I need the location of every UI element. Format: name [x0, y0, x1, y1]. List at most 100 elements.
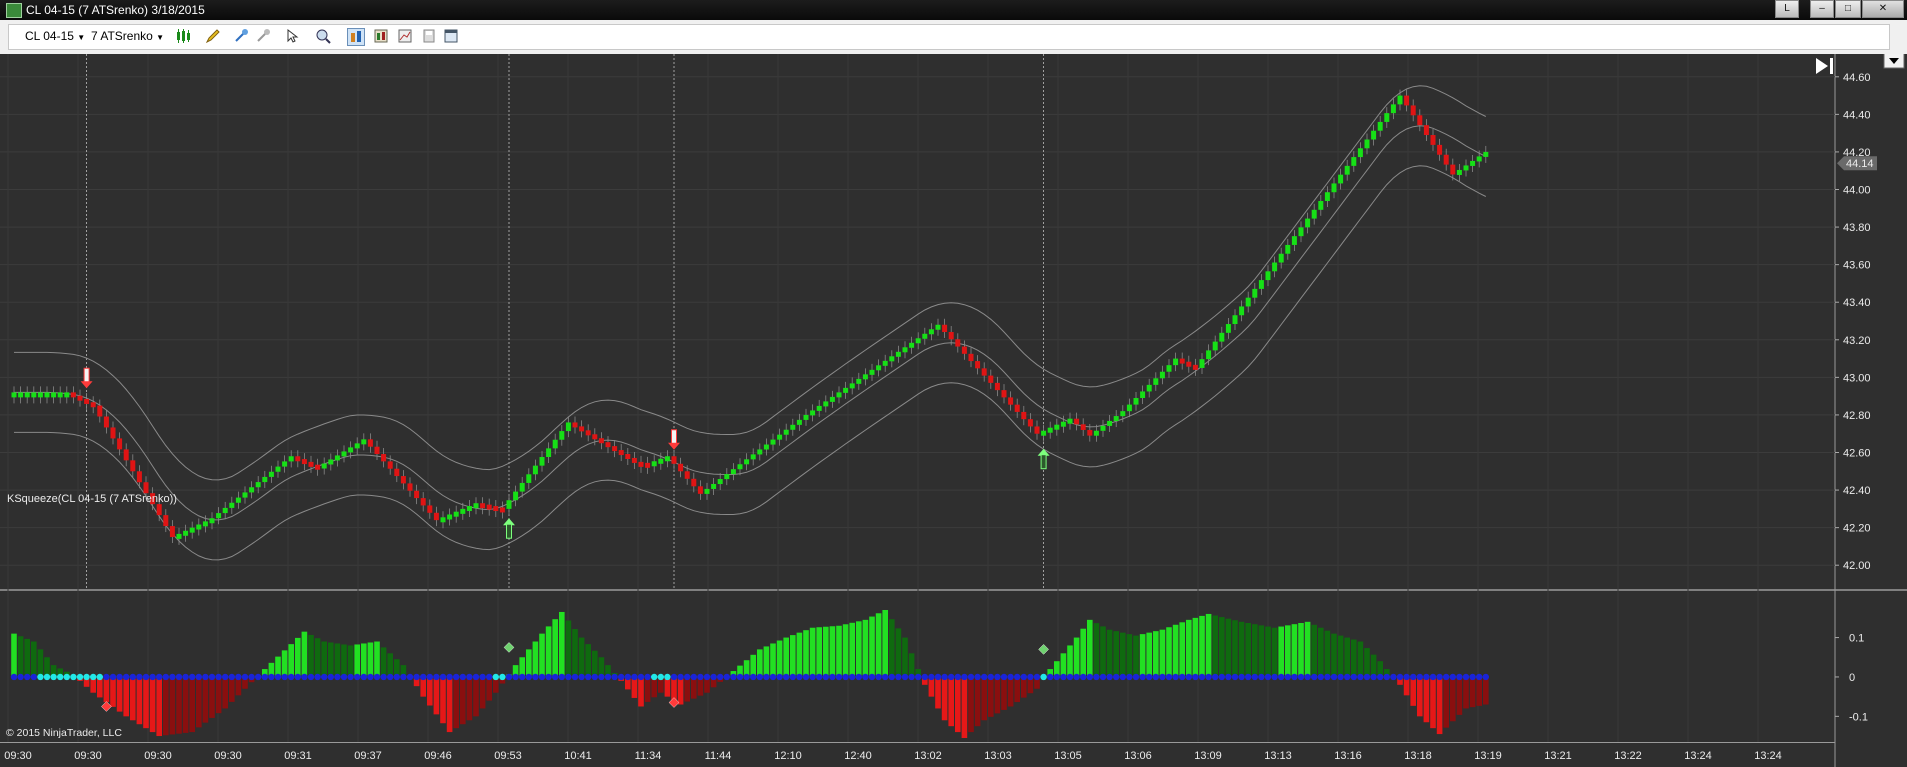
momentum-bar	[559, 611, 565, 677]
squeeze-dot	[723, 673, 730, 681]
squeeze-dot	[545, 673, 552, 681]
squeeze-dot	[618, 673, 625, 681]
renko-bar	[955, 339, 961, 347]
momentum-bar	[783, 637, 789, 677]
renko-bar	[777, 434, 783, 440]
time-tick-label: 09:30	[214, 750, 242, 762]
momentum-bar	[895, 628, 902, 677]
momentum-bar	[1080, 628, 1086, 677]
squeeze-dot	[1324, 673, 1331, 681]
squeeze-dot	[987, 673, 994, 681]
renko-bar	[57, 392, 63, 398]
squeeze-dot	[486, 673, 493, 681]
squeeze-dot	[433, 673, 440, 681]
squeeze-dot	[301, 673, 308, 681]
squeeze-dot	[1456, 673, 1463, 681]
add-indicator-icon[interactable]	[233, 28, 249, 44]
renko-bar	[31, 392, 37, 398]
renko-bar	[1404, 95, 1410, 106]
renko-bar	[671, 456, 677, 464]
renko-bar	[519, 482, 525, 492]
renko-bar	[414, 490, 420, 499]
link-button[interactable]: L	[1775, 0, 1799, 18]
chart-area[interactable]: 44.60 44.40 44.20 44.00 43.80 43.60 43.40 43.20…	[0, 54, 1907, 767]
renko-bar	[84, 398, 90, 404]
squeeze-dot	[439, 673, 447, 681]
squeeze-dot	[849, 673, 856, 681]
squeeze-dot	[842, 673, 849, 681]
squeeze-dot	[1416, 673, 1424, 681]
squeeze-dot	[149, 673, 156, 681]
renko-bar	[1291, 236, 1297, 245]
chart-menu-dropdown-icon[interactable]	[1883, 54, 1905, 69]
time-tick-label: 09:46	[424, 750, 452, 762]
renko-bar	[988, 375, 994, 383]
renko-bar	[1212, 341, 1218, 351]
squeeze-dot	[1132, 673, 1140, 681]
momentum-bar	[1060, 653, 1067, 677]
momentum-bar	[691, 676, 697, 699]
momentum-bar	[189, 676, 195, 733]
renko-bar	[486, 504, 492, 510]
renko-bar	[1456, 169, 1462, 175]
squeeze-dot	[578, 673, 585, 681]
momentum-bar	[552, 619, 558, 677]
strategy-icon[interactable]	[255, 28, 271, 44]
squeeze-dot	[360, 673, 367, 681]
instrument-selector[interactable]: CL 04-15 ▼	[25, 29, 85, 43]
renko-bar	[1034, 426, 1040, 434]
squeeze-dot	[314, 673, 321, 681]
minimize-button[interactable]: –	[1810, 0, 1834, 18]
renko-bar	[1278, 253, 1284, 263]
window-icon[interactable]	[443, 28, 459, 44]
renko-bar	[975, 361, 981, 369]
maximize-button[interactable]: □	[1835, 0, 1861, 18]
renko-bar	[235, 497, 241, 503]
squeeze-dot	[1020, 673, 1027, 681]
renko-bar	[770, 439, 776, 445]
squeeze-dot	[241, 673, 249, 681]
renko-bar	[981, 368, 987, 376]
period-selector[interactable]: 7 ATSrenko ▼	[91, 29, 164, 43]
properties-icon[interactable]	[373, 28, 389, 44]
renko-bar	[711, 483, 717, 489]
squeeze-dot	[888, 673, 895, 681]
squeeze-dot	[1311, 673, 1318, 681]
squeeze-dot	[1383, 673, 1391, 681]
renko-bar	[163, 515, 169, 527]
momentum-bar	[380, 647, 387, 677]
squeeze-dot	[367, 673, 374, 681]
renko-bar	[24, 392, 30, 398]
renko-bar	[1351, 157, 1357, 166]
cursor-pointer-icon[interactable]	[285, 28, 301, 44]
momentum-bar	[1166, 627, 1172, 677]
close-button[interactable]: ✕	[1862, 0, 1904, 18]
squeeze-dot	[1251, 673, 1259, 681]
renko-bar	[658, 458, 664, 464]
renko-bar	[724, 474, 730, 480]
momentum-bar	[308, 634, 314, 677]
save-icon[interactable]	[421, 28, 437, 44]
momentum-bar	[796, 632, 803, 677]
pencil-draw-icon[interactable]	[205, 28, 221, 44]
squeeze-dot	[393, 673, 400, 681]
squeeze-dot	[103, 673, 110, 681]
price-tick-label: 43.00	[1843, 372, 1871, 384]
zoom-icon[interactable]	[315, 28, 331, 44]
momentum-bar	[829, 626, 836, 677]
data-box-icon[interactable]	[347, 28, 365, 46]
momentum-bar	[1331, 633, 1337, 677]
renko-bar	[136, 471, 142, 483]
candlestick-style-icon[interactable]	[175, 28, 191, 44]
momentum-bar	[466, 676, 473, 721]
squeeze-dot	[908, 673, 915, 681]
chart-canvas[interactable]: 44.6044.4044.2044.0043.8043.6043.4043.20…	[0, 54, 1907, 767]
squeeze-dot	[162, 673, 169, 681]
window-title: CL 04-15 (7 ATSrenko) 3/18/2015	[26, 3, 205, 17]
chart-template-icon[interactable]	[397, 28, 413, 44]
squeeze-dot	[1469, 673, 1476, 681]
renko-bar	[262, 476, 268, 483]
momentum-bar	[387, 653, 393, 677]
price-tick-label: 44.60	[1843, 72, 1871, 84]
time-tick-label: 13:09	[1194, 750, 1222, 762]
